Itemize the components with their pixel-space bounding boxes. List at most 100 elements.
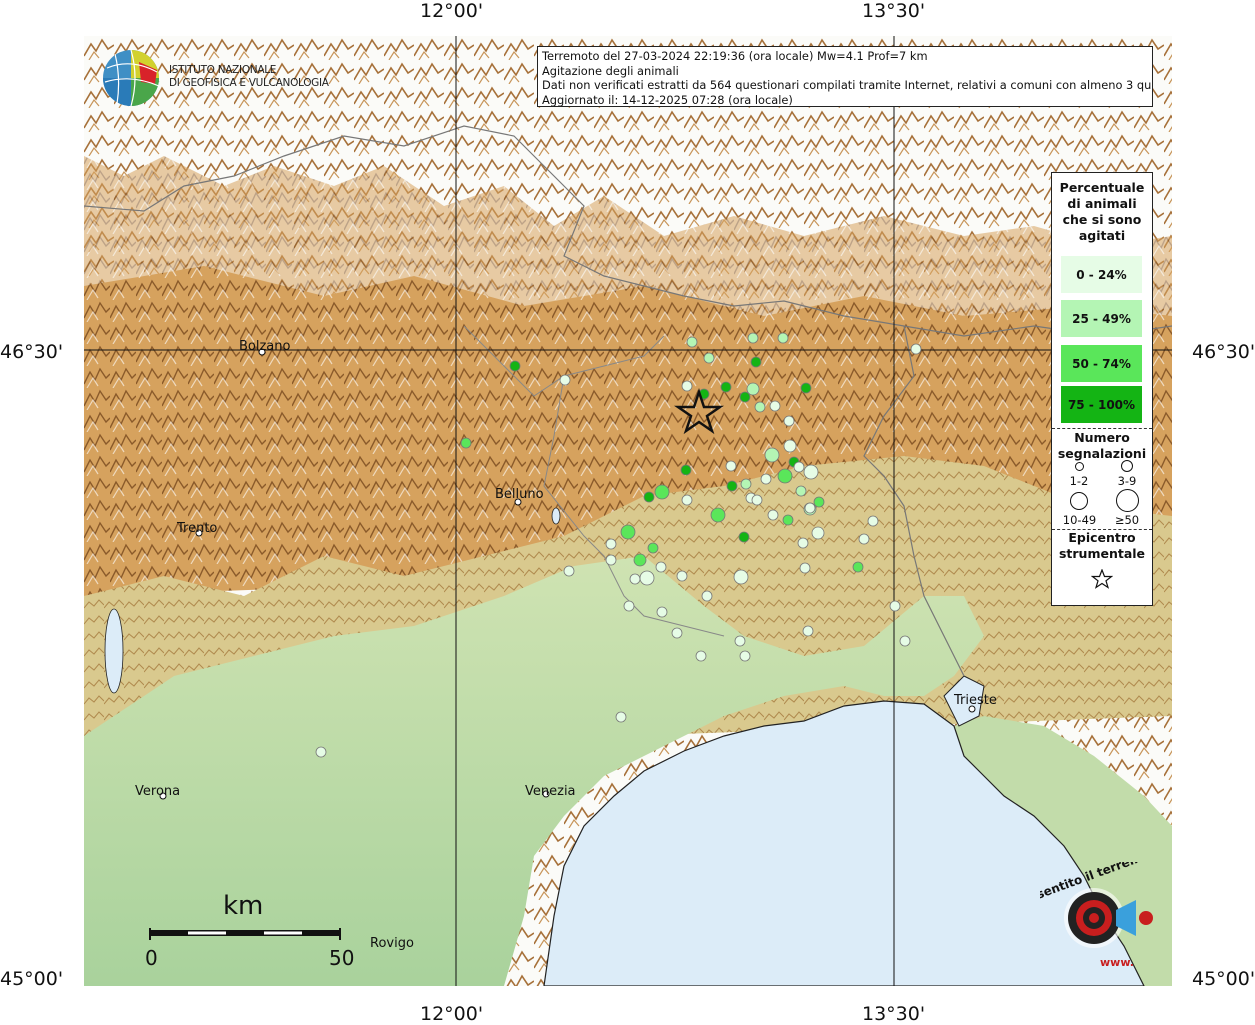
questionnaire-dot[interactable] — [703, 352, 715, 364]
scale-bar — [149, 928, 341, 940]
sentito-www: www. — [1100, 956, 1134, 969]
event-info-box: Terremoto del 27-03-2024 22:19:36 (ora l… — [537, 46, 1153, 107]
update-time: Aggiornato il: 14-12-2025 07:28 (ora loc… — [542, 92, 793, 107]
questionnaire-dot[interactable] — [795, 485, 807, 497]
questionnaire-dot[interactable] — [656, 606, 668, 618]
ingv-logo-text: ISTITUTO NAZIONALE DI GEOFISICA E VULCAN… — [169, 64, 329, 89]
questionnaire-dot[interactable] — [760, 473, 772, 485]
questionnaire-dot[interactable] — [782, 514, 794, 526]
questionnaire-dot[interactable] — [605, 538, 617, 550]
questionnaire-dot[interactable] — [655, 561, 667, 573]
questionnaire-dot[interactable] — [811, 526, 825, 540]
legend-class-25-49: 25 - 49% — [1061, 300, 1142, 337]
city-rovigo: Rovigo — [370, 936, 414, 951]
legend-divider-1 — [1052, 428, 1152, 429]
questionnaire-dot[interactable] — [813, 496, 825, 508]
scale-unit: km — [223, 891, 264, 921]
lat-label-right-45: 45°00' — [1192, 968, 1255, 990]
questionnaire-dot[interactable] — [710, 507, 726, 523]
questionnaire-dot[interactable] — [797, 537, 809, 549]
questionnaire-dot[interactable] — [783, 415, 795, 427]
questionnaire-dot[interactable] — [867, 515, 879, 527]
lon-label-bottom-13-30: 13°30' — [862, 1003, 926, 1025]
lon-label-bottom-12: 12°00' — [420, 1003, 484, 1025]
legend-epicenter-title-2: strumentale — [1058, 546, 1146, 561]
questionnaire-dot[interactable] — [695, 650, 707, 662]
legend-panel: Percentuale di animali che si sono agita… — [1051, 172, 1153, 606]
questionnaire-dot[interactable] — [623, 600, 635, 612]
data-note: Dati non verificati estratti da 564 ques… — [542, 78, 1153, 93]
ingv-logo-line1: ISTITUTO NAZIONALE — [169, 64, 277, 76]
questionnaire-dot[interactable] — [726, 480, 738, 492]
lake-garda — [104, 608, 124, 694]
questionnaire-dot[interactable] — [858, 533, 870, 545]
legend-class-50-74: 50 - 74% — [1061, 345, 1142, 382]
questionnaire-dot[interactable] — [802, 625, 814, 637]
questionnaire-dot[interactable] — [460, 437, 472, 449]
questionnaire-dot[interactable] — [734, 635, 746, 647]
questionnaire-dot[interactable] — [654, 484, 670, 500]
sentito-il-terremoto-logo[interactable]: sentito il terremoto.it www. — [1040, 862, 1162, 974]
legend-class-75-100: 75 - 100% — [1061, 386, 1142, 423]
questionnaire-dot[interactable] — [629, 573, 641, 585]
questionnaire-dot[interactable] — [852, 561, 864, 573]
questionnaire-dot[interactable] — [701, 590, 713, 602]
questionnaire-dot[interactable] — [899, 635, 911, 647]
questionnaire-dot[interactable] — [800, 382, 812, 394]
questionnaire-dot[interactable] — [793, 461, 805, 473]
questionnaire-dot[interactable] — [633, 553, 647, 567]
questionnaire-dot[interactable] — [671, 627, 683, 639]
questionnaire-dot[interactable] — [740, 478, 752, 490]
lon-label-top-12: 12°00' — [420, 0, 484, 22]
questionnaire-dot[interactable] — [738, 531, 750, 543]
legend-size-title-1: Numero — [1074, 430, 1130, 445]
questionnaire-dot[interactable] — [767, 509, 779, 521]
size-label-3-9: 3-9 — [1117, 474, 1137, 488]
questionnaire-dot[interactable] — [605, 554, 617, 566]
questionnaire-dot[interactable] — [686, 336, 698, 348]
legend-title-2: di animali — [1067, 196, 1137, 211]
questionnaire-dot[interactable] — [733, 569, 749, 585]
questionnaire-dot[interactable] — [720, 381, 732, 393]
questionnaire-dot[interactable] — [769, 400, 781, 412]
questionnaire-dot[interactable] — [559, 374, 571, 386]
questionnaire-dot[interactable] — [615, 711, 627, 723]
city-bolzano: Bolzano — [239, 339, 291, 354]
questionnaire-dot[interactable] — [751, 494, 763, 506]
questionnaire-dot[interactable] — [803, 464, 819, 480]
lat-label-left-45: 45°00' — [0, 968, 64, 990]
questionnaire-dot[interactable] — [777, 468, 793, 484]
size-circle-10-49 — [1070, 492, 1088, 510]
questionnaire-dot[interactable] — [804, 502, 816, 514]
questionnaire-dot[interactable] — [783, 439, 797, 453]
lake-santa-croce — [551, 507, 561, 525]
questionnaire-dot[interactable] — [777, 332, 789, 344]
questionnaire-dot[interactable] — [647, 542, 659, 554]
scale-max: 50 — [329, 946, 355, 970]
legend-title-4: agitati — [1078, 228, 1126, 243]
city-trento: Trento — [176, 521, 217, 536]
questionnaire-dot[interactable] — [563, 565, 575, 577]
city-belluno: Belluno — [495, 487, 544, 502]
city-verona: Verona — [135, 784, 180, 799]
questionnaire-dot[interactable] — [676, 570, 688, 582]
questionnaire-dot[interactable] — [725, 460, 737, 472]
questionnaire-dot[interactable] — [910, 343, 922, 355]
questionnaire-dot[interactable] — [799, 562, 811, 574]
questionnaire-dot[interactable] — [889, 600, 901, 612]
questionnaire-dot[interactable] — [681, 494, 693, 506]
questionnaire-dot[interactable] — [754, 401, 766, 413]
questionnaire-dot[interactable] — [620, 524, 636, 540]
questionnaire-dot[interactable] — [764, 447, 780, 463]
map-canvas[interactable]: Bolzano Trento Belluno Verona Venezia Tr… — [84, 36, 1172, 986]
questionnaire-dot[interactable] — [739, 650, 751, 662]
questionnaire-dot[interactable] — [750, 356, 762, 368]
questionnaire-dot[interactable] — [643, 491, 655, 503]
questionnaire-dot[interactable] — [681, 380, 693, 392]
questionnaire-dot[interactable] — [680, 464, 692, 476]
questionnaire-dot[interactable] — [739, 391, 751, 403]
questionnaire-dot[interactable] — [509, 360, 521, 372]
questionnaire-dot[interactable] — [639, 570, 655, 586]
questionnaire-dot[interactable] — [315, 746, 327, 758]
questionnaire-dot[interactable] — [747, 332, 759, 344]
